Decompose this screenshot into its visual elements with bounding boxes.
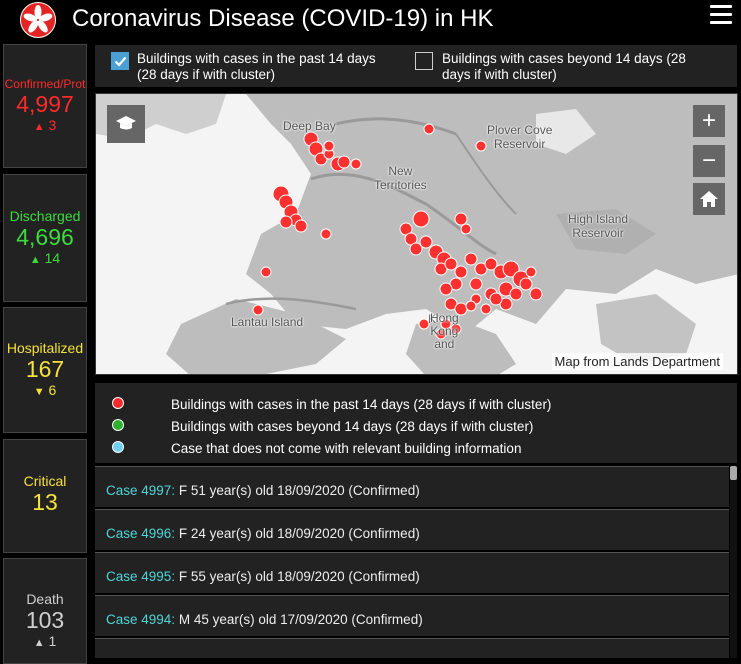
legend-item: Buildings with cases in the past 14 days… <box>171 397 552 412</box>
map-label-plover-cove: Plover Cove Reservoir <box>487 123 553 151</box>
case-marker[interactable] <box>423 123 435 135</box>
recent-cases-checkbox[interactable] <box>111 52 129 70</box>
stat-delta: ▲ 14 <box>29 250 61 266</box>
map-label-new-territories: New Territories <box>374 164 427 192</box>
map-terrain <box>96 94 737 374</box>
stat-delta: ▲ 3 <box>33 117 57 133</box>
case-list-scrollbar[interactable] <box>730 466 737 658</box>
zoom-out-button[interactable]: − <box>693 145 725 177</box>
stat-critical: Critical 13 <box>3 439 87 553</box>
home-button[interactable] <box>693 183 725 215</box>
map-label-deep-bay: Deep Bay <box>283 119 336 133</box>
stat-delta: ▼ 6 <box>33 382 57 398</box>
stat-label: Critical <box>23 473 67 489</box>
case-id[interactable]: Case 4997: <box>106 483 175 498</box>
stat-value: 13 <box>32 489 58 515</box>
case-marker[interactable] <box>337 155 351 169</box>
case-id[interactable]: Case 4996: <box>106 526 175 541</box>
zoom-in-button[interactable]: + <box>693 105 725 137</box>
case-marker[interactable] <box>350 158 362 170</box>
graduation-cap-icon <box>116 116 136 130</box>
hamburger-menu-icon[interactable] <box>710 5 732 25</box>
stat-value: 4,997 <box>16 91 74 117</box>
stat-label: Death <box>26 591 64 607</box>
case-id[interactable]: Case 4994: <box>106 612 175 627</box>
stat-value: 4,696 <box>16 224 74 250</box>
stat-label: Confirmed/Prot <box>4 77 86 91</box>
page-title: Coronavirus Disease (COVID-19) in HK <box>72 5 494 32</box>
arrow-down-icon: ▼ <box>33 386 45 398</box>
case-list-item[interactable]: Case 4994: M 45 year(s) old 17/09/2020 (… <box>95 595 729 636</box>
case-detail: F 24 year(s) old 18/09/2020 (Confirmed) <box>178 526 420 541</box>
beyond-cases-label[interactable]: Buildings with cases beyond 14 days (28 … <box>442 51 686 83</box>
case-detail: M 45 year(s) old 17/09/2020 (Confirmed) <box>178 612 423 627</box>
case-detail: F 55 year(s) old 18/09/2020 (Confirmed) <box>178 569 420 584</box>
map-credit: Map from Lands Department <box>551 353 723 370</box>
stat-discharged: Discharged 4,696 ▲ 14 <box>3 174 87 302</box>
case-list[interactable]: Case 4997: F 51 year(s) old 18/09/2020 (… <box>95 466 729 658</box>
case-id[interactable]: Case 4995: <box>106 569 175 584</box>
stat-label: Hospitalized <box>6 340 84 356</box>
basemap-toggle-button[interactable] <box>107 105 145 143</box>
case-marker[interactable] <box>465 300 477 312</box>
case-marker[interactable] <box>439 282 453 296</box>
hk-emblem-icon <box>20 2 56 38</box>
case-marker[interactable] <box>279 215 293 229</box>
case-list-item[interactable]: Case 4997: F 51 year(s) old 18/09/2020 (… <box>95 466 729 507</box>
case-marker[interactable] <box>480 303 492 315</box>
map-legend: Buildings with cases in the past 14 days… <box>95 383 737 463</box>
stat-hospitalized: Hospitalized 167 ▼ 6 <box>3 307 87 433</box>
legend-green-dot-icon <box>112 419 124 431</box>
case-marker[interactable] <box>529 287 543 301</box>
case-marker[interactable] <box>509 287 523 301</box>
recent-cases-label[interactable]: Buildings with cases in the past 14 days… <box>137 51 376 83</box>
case-marker[interactable] <box>489 292 503 306</box>
map-label-high-island: High Island Reservoir <box>568 212 629 240</box>
case-list-item[interactable] <box>95 638 729 658</box>
stat-label: Discharged <box>9 208 81 224</box>
stat-value: 167 <box>25 356 65 382</box>
legend-red-dot-icon <box>112 397 124 409</box>
stat-delta: ▲ 1 <box>33 633 57 649</box>
legend-blue-dot-icon <box>112 441 124 453</box>
case-marker[interactable] <box>460 223 472 235</box>
arrow-up-icon: ▲ <box>29 254 41 266</box>
case-marker[interactable] <box>252 304 264 316</box>
case-marker[interactable] <box>454 212 468 226</box>
checkmark-icon <box>114 56 127 67</box>
case-list-item[interactable]: Case 4995: F 55 year(s) old 18/09/2020 (… <box>95 552 729 593</box>
case-marker[interactable] <box>412 210 430 228</box>
stat-confirmed: Confirmed/Prot 4,997 ▲ 3 <box>3 44 87 168</box>
case-marker[interactable] <box>454 265 468 279</box>
home-icon <box>700 191 718 207</box>
case-list-item[interactable]: Case 4996: F 24 year(s) old 18/09/2020 (… <box>95 509 729 550</box>
case-marker[interactable] <box>294 219 308 233</box>
case-marker[interactable] <box>469 277 483 291</box>
case-marker[interactable] <box>525 266 537 278</box>
legend-item: Case that does not come with relevant bu… <box>171 441 522 456</box>
case-marker[interactable] <box>320 228 332 240</box>
case-marker[interactable] <box>444 257 458 271</box>
case-marker[interactable] <box>475 140 487 152</box>
arrow-up-icon: ▲ <box>33 121 45 133</box>
stat-value: 103 <box>25 607 65 633</box>
app-header: Coronavirus Disease (COVID-19) in HK <box>0 0 741 40</box>
case-map[interactable]: Deep Bay Plover Cove Reservoir New Terri… <box>95 93 738 375</box>
scrollbar-thumb[interactable] <box>730 466 737 480</box>
stat-death: Death 103 ▲ 1 <box>3 558 87 664</box>
map-label-hong-kong-island: Hong Kong and <box>430 311 459 351</box>
building-filter-bar: Buildings with cases in the past 14 days… <box>95 45 737 87</box>
case-marker[interactable] <box>323 140 335 152</box>
case-marker[interactable] <box>519 277 533 291</box>
case-marker[interactable] <box>419 235 433 249</box>
case-detail: F 51 year(s) old 18/09/2020 (Confirmed) <box>178 483 420 498</box>
map-label-lantau: Lantau Island <box>231 315 304 329</box>
beyond-cases-checkbox[interactable] <box>415 52 433 70</box>
case-marker[interactable] <box>260 266 272 278</box>
arrow-up-icon: ▲ <box>33 637 45 649</box>
legend-item: Buildings with cases beyond 14 days (28 … <box>171 419 534 434</box>
case-marker[interactable] <box>464 252 478 266</box>
